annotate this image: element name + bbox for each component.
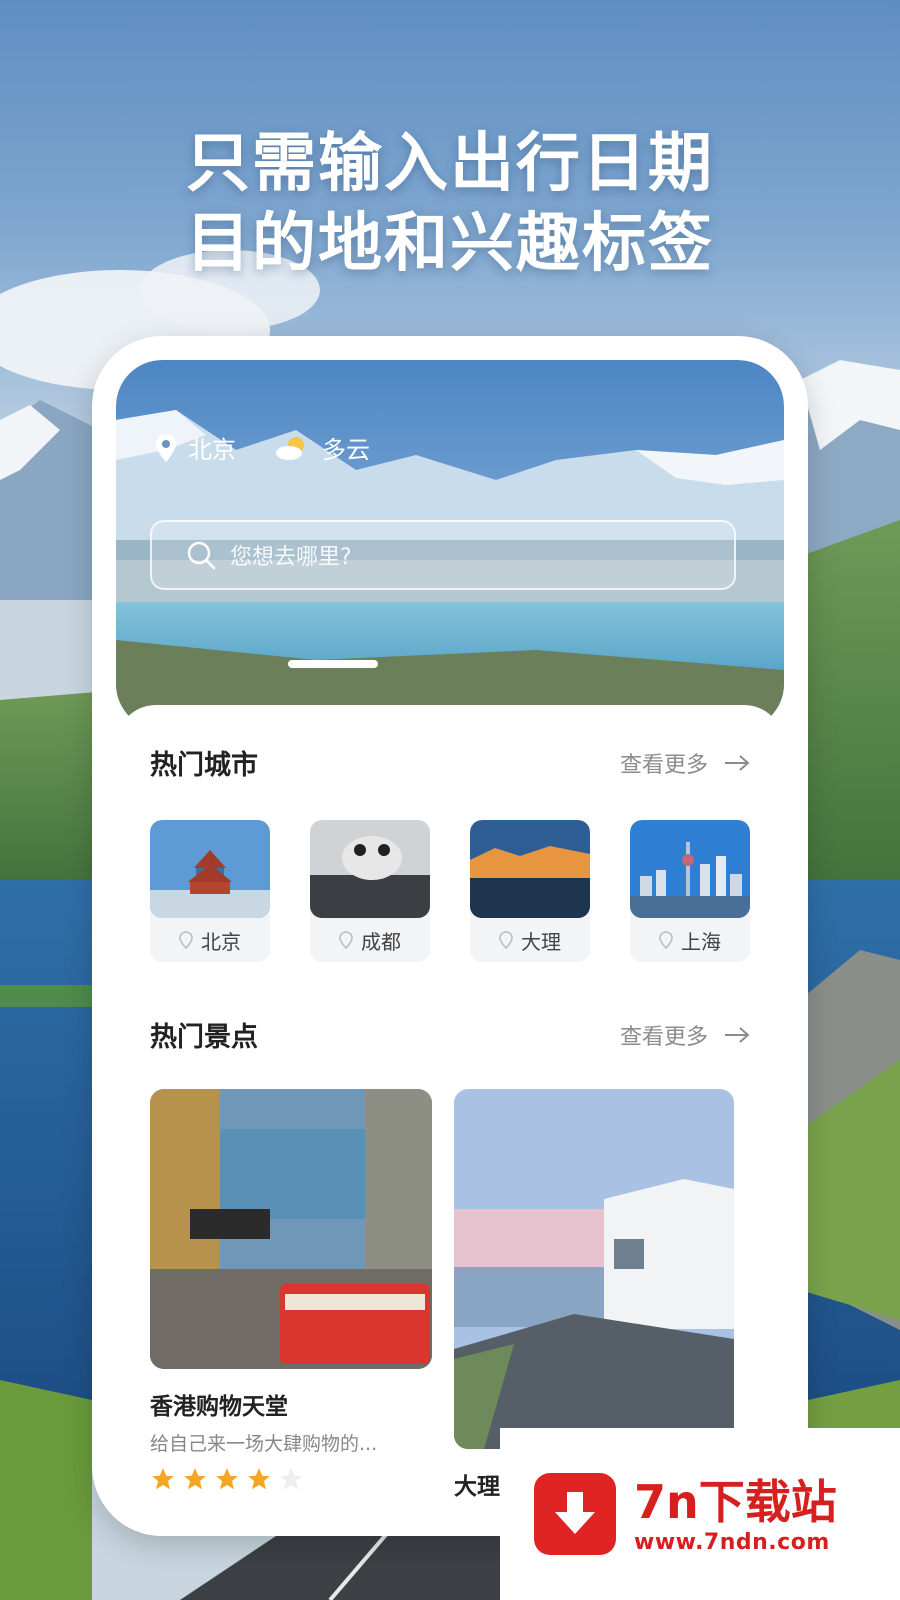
star-empty-icon <box>280 1468 302 1490</box>
download-logo-icon <box>534 1473 616 1555</box>
rating-stars <box>150 1466 432 1492</box>
carousel-indicator <box>288 660 378 668</box>
app-screen: 北京 多云 您想去哪里? 热门城市 查看更多 北京 成都 大理 上海 热门景点 … <box>116 360 784 1536</box>
city-name: 大理 <box>521 929 561 954</box>
headline-line-1: 只需输入出行日期 <box>186 127 714 201</box>
hot-cities-list: 北京 成都 大理 上海 <box>150 820 750 962</box>
hot-cities-title: 热门城市 <box>150 750 258 781</box>
star-filled-icon <box>152 1468 174 1490</box>
city-image <box>150 820 270 918</box>
city-card-dali[interactable]: 大理 <box>470 820 590 962</box>
search-input[interactable]: 您想去哪里? <box>150 520 736 590</box>
hot-cities-header: 热门城市 查看更多 <box>150 743 750 782</box>
spot-image <box>150 1089 432 1369</box>
city-image <box>310 820 430 918</box>
city-card-shanghai[interactable]: 上海 <box>630 820 750 962</box>
phone-mockup: 北京 多云 您想去哪里? 热门城市 查看更多 北京 成都 大理 上海 热门景点 … <box>92 336 808 1536</box>
partly-cloudy-icon <box>276 436 304 460</box>
spot-description: 给自己来一场大肆购物的... <box>150 1433 378 1455</box>
city-card-chengdu[interactable]: 成都 <box>310 820 430 962</box>
star-filled-icon <box>216 1468 238 1490</box>
location-pin-icon <box>156 433 176 462</box>
location-pin-icon <box>339 931 353 949</box>
arrow-right-icon <box>725 1026 750 1043</box>
city-name: 成都 <box>361 929 401 954</box>
city-card-beijing[interactable]: 北京 <box>150 820 270 962</box>
spot-image <box>454 1089 734 1449</box>
weather-text: 多云 <box>322 436 370 464</box>
city-image <box>470 820 590 918</box>
location-pin-icon <box>179 931 193 949</box>
city-image <box>630 820 750 918</box>
search-placeholder: 您想去哪里? <box>230 545 352 570</box>
location-pin-icon <box>499 931 513 949</box>
star-filled-icon <box>248 1468 270 1490</box>
watermark: 7n下载站 www.7ndn.com <box>500 1428 900 1600</box>
city-name: 北京 <box>201 929 241 954</box>
arrow-right-icon <box>725 754 750 771</box>
more-label: 查看更多 <box>619 1024 708 1050</box>
city-name: 上海 <box>681 929 721 954</box>
watermark-url: www.7ndn.com <box>634 1529 830 1555</box>
hot-cities-more-link[interactable]: 查看更多 <box>620 747 750 779</box>
location-weather-bar: 北京 多云 <box>154 430 370 465</box>
location-pin-icon <box>659 931 673 949</box>
hot-spots-more-link[interactable]: 查看更多 <box>620 1019 750 1051</box>
hot-spots-title: 热门景点 <box>150 1022 258 1053</box>
main-content: 热门城市 查看更多 北京 成都 大理 上海 热门景点 查看更多 香港购物天堂 给… <box>116 705 784 1536</box>
more-label: 查看更多 <box>619 752 708 778</box>
current-city[interactable]: 北京 <box>188 430 236 465</box>
star-filled-icon <box>184 1468 206 1490</box>
search-icon <box>187 541 216 570</box>
hot-spots-header: 热门景点 查看更多 <box>150 1015 750 1054</box>
spot-card-hongkong[interactable]: 香港购物天堂 给自己来一场大肆购物的... <box>150 1089 432 1492</box>
watermark-brand: 7n下载站 <box>634 1474 837 1529</box>
headline-line-2: 目的地和兴趣标签 <box>186 207 714 281</box>
spot-title: 香港购物天堂 <box>150 1394 288 1420</box>
